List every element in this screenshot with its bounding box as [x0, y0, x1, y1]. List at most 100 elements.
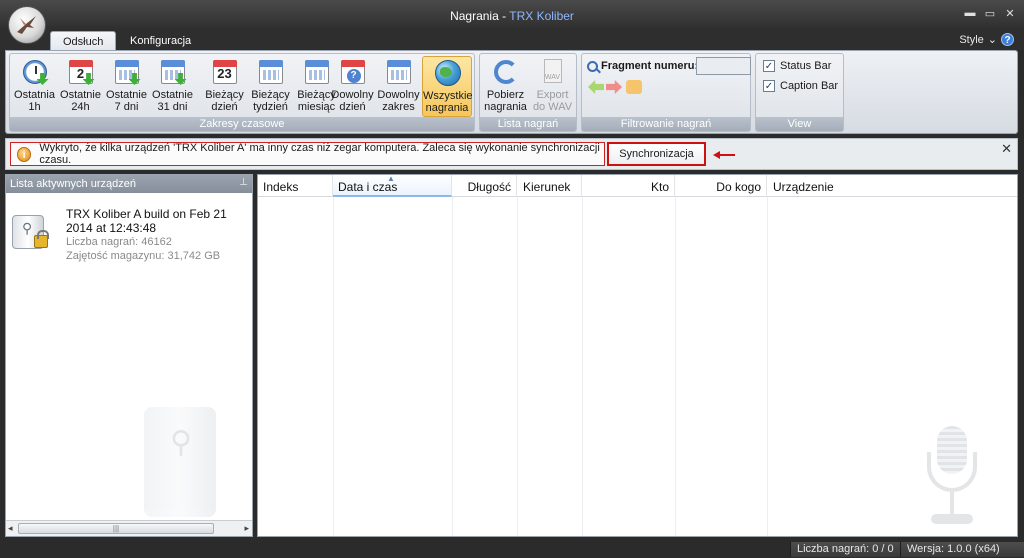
group-label-time-ranges: Zakresy czasowe — [10, 117, 474, 131]
btn-label-line1: Ostatnie — [106, 89, 147, 101]
btn-label-line2: zakres — [382, 101, 415, 113]
btn-current-week[interactable]: Bieżący tydzień — [248, 56, 293, 117]
btn-any-day[interactable]: ? Dowolny dzień — [330, 56, 375, 117]
wav-badge: WAV — [543, 59, 562, 83]
group-label-view: View — [756, 117, 843, 131]
style-menu[interactable]: Style ⌄ ? — [959, 33, 1014, 46]
btn-last-31-days[interactable]: Ostatnie 31 dni — [150, 56, 195, 117]
btn-label-line1: Export — [536, 89, 569, 101]
scroll-left-icon[interactable]: ◂ — [8, 523, 13, 534]
maximize-icon[interactable]: ▭ — [983, 7, 997, 20]
microphone-watermark-icon — [917, 426, 987, 526]
btn-label-line2: nagrania — [425, 102, 469, 114]
btn-label-line2: dzień — [211, 101, 238, 113]
device-name: TRX Koliber A build on Feb 21 2014 at 12… — [66, 207, 227, 235]
status-bar-toggle[interactable]: ✓ Status Bar — [763, 60, 831, 72]
calendar-month-icon — [158, 57, 188, 87]
col-header-who[interactable]: Kto — [582, 175, 675, 197]
clock-icon — [20, 57, 50, 87]
synchronize-button[interactable]: Synchronizacja — [607, 142, 706, 166]
globe-icon — [432, 58, 462, 88]
help-icon[interactable]: ? — [1001, 33, 1014, 46]
arrow-swap-icon[interactable] — [626, 80, 642, 94]
calendar-day-number: 23 — [217, 66, 232, 81]
caption-bar-checkbox[interactable]: ✓ — [763, 80, 775, 92]
pin-icon[interactable]: ⊥ — [239, 177, 248, 188]
table-header: Indeks ▲ Data i czas Długość Kierunek Kt… — [258, 174, 1017, 197]
btn-export-wav[interactable]: WAV Export do WAV — [530, 56, 575, 117]
horizontal-scrollbar[interactable]: ◂ ||| ▸ — [6, 520, 252, 536]
device-storage: Zajętość magazynu: 31,742 GB — [66, 250, 221, 262]
window-title: Nagrania - TRX Koliber — [0, 9, 1024, 23]
column-divider — [452, 197, 453, 536]
btn-all-recordings[interactable]: Wszystkie nagrania — [422, 56, 473, 117]
btn-label-line2: nagrania — [484, 101, 527, 113]
scroll-right-icon[interactable]: ▸ — [244, 523, 249, 534]
tab-odsluch[interactable]: Odsłuch — [50, 31, 117, 51]
col-header-datetime[interactable]: ▲ Data i czas — [333, 174, 452, 197]
column-divider — [333, 197, 334, 536]
btn-any-range[interactable]: Dowolny zakres — [376, 56, 421, 117]
btn-label-line1: Dowolny — [377, 89, 420, 101]
btn-label-line1: Ostatnia — [14, 89, 55, 101]
btn-label-line2: 31 dni — [157, 101, 188, 113]
warning-message: Wykryto, że kilka urządzeń 'TRX Koliber … — [39, 142, 600, 166]
btn-label-line1: Wszystkie — [423, 90, 473, 102]
hummingbird-icon — [17, 16, 36, 34]
close-icon[interactable]: ✕ — [1001, 141, 1012, 157]
col-header-index[interactable]: Indeks — [258, 175, 333, 197]
ribbon: Ostatnia 1h 2 Ostatnie 24h Ostatnie 7 dn… — [5, 50, 1018, 134]
chevron-down-icon: ⌄ — [987, 34, 997, 46]
btn-last-24h[interactable]: 2 Ostatnie 24h — [58, 56, 103, 117]
group-view: ✓ Status Bar ✓ Caption Bar View — [755, 53, 844, 132]
recordings-table: Indeks ▲ Data i czas Długość Kierunek Kt… — [257, 174, 1018, 537]
status-bar-label: Status Bar — [780, 60, 832, 72]
close-icon[interactable]: ✕ — [1003, 7, 1017, 20]
status-bar-checkbox[interactable]: ✓ — [763, 60, 775, 72]
active-devices-panel: Lista aktywnych urządzeń ⊥ TRX Koliber A… — [5, 174, 253, 537]
btn-label-line1: Ostatnie — [152, 89, 193, 101]
calendar-week-icon — [112, 57, 142, 87]
panel-header: Lista aktywnych urządzeń ⊥ — [6, 175, 252, 193]
btn-label-line2: 24h — [71, 101, 90, 113]
number-fragment-input[interactable] — [696, 57, 751, 75]
app-menu-button[interactable] — [8, 6, 46, 44]
col-header-duration[interactable]: Długość — [452, 175, 517, 197]
calendar-range-icon — [384, 57, 414, 87]
btn-label-line1: Bieżący — [205, 89, 244, 101]
arrow-left-icon[interactable] — [588, 80, 604, 94]
btn-last-1h[interactable]: Ostatnia 1h — [12, 56, 57, 117]
usb-drive-watermark-icon — [144, 407, 216, 517]
group-label-recordings-list: Lista nagrań — [480, 117, 576, 131]
btn-label-line1: Ostatnie — [60, 89, 101, 101]
wav-file-icon: WAV — [538, 57, 568, 87]
calendar-month-icon — [302, 57, 332, 87]
scrollbar-thumb[interactable]: ||| — [18, 523, 214, 534]
caption-bar: i Wykryto, że kilka urządzeń 'TRX Kolibe… — [5, 138, 1018, 170]
tab-konfiguracja[interactable]: Konfiguracja — [118, 31, 203, 51]
calendar-day-icon: 23 — [210, 57, 240, 87]
group-recordings-list: Pobierz nagrania WAV Export do WAV Lista… — [479, 53, 577, 132]
col-header-to-whom[interactable]: Do kogo — [675, 175, 767, 197]
caption-bar-toggle[interactable]: ✓ Caption Bar — [763, 80, 838, 92]
arrow-right-icon[interactable] — [606, 80, 622, 94]
col-header-device[interactable]: Urządzenie — [767, 175, 1017, 197]
btn-fetch-recordings[interactable]: Pobierz nagrania — [483, 56, 528, 117]
device-recordings-count: Liczba nagrań: 46162 — [66, 236, 172, 248]
filter-label-text: Fragment numeru: — [601, 60, 699, 72]
calendar-question-icon: ? — [338, 57, 368, 87]
sort-ascending-icon: ▲ — [387, 174, 395, 183]
btn-label-line2: dzień — [339, 101, 366, 113]
style-menu-label: Style — [959, 33, 984, 46]
col-header-direction[interactable]: Kierunek — [517, 175, 582, 197]
btn-label-line1: Dowolny — [331, 89, 374, 101]
btn-last-7-days[interactable]: Ostatnie 7 dni — [104, 56, 149, 117]
group-filtering: Fragment numeru: Filtrowanie nagrań — [581, 53, 751, 132]
minimize-icon[interactable]: ▬ — [963, 7, 977, 19]
btn-current-day[interactable]: 23 Bieżący dzień — [202, 56, 247, 117]
refresh-icon — [491, 57, 521, 87]
status-bar: Liczba nagrań: 0 / 0 Wersja: 1.0.0 (x64) — [0, 540, 1024, 558]
window-title-brand: TRX Koliber — [509, 9, 574, 23]
btn-label-line2: tydzień — [253, 101, 288, 113]
device-item[interactable]: TRX Koliber A build on Feb 21 2014 at 12… — [6, 203, 252, 293]
